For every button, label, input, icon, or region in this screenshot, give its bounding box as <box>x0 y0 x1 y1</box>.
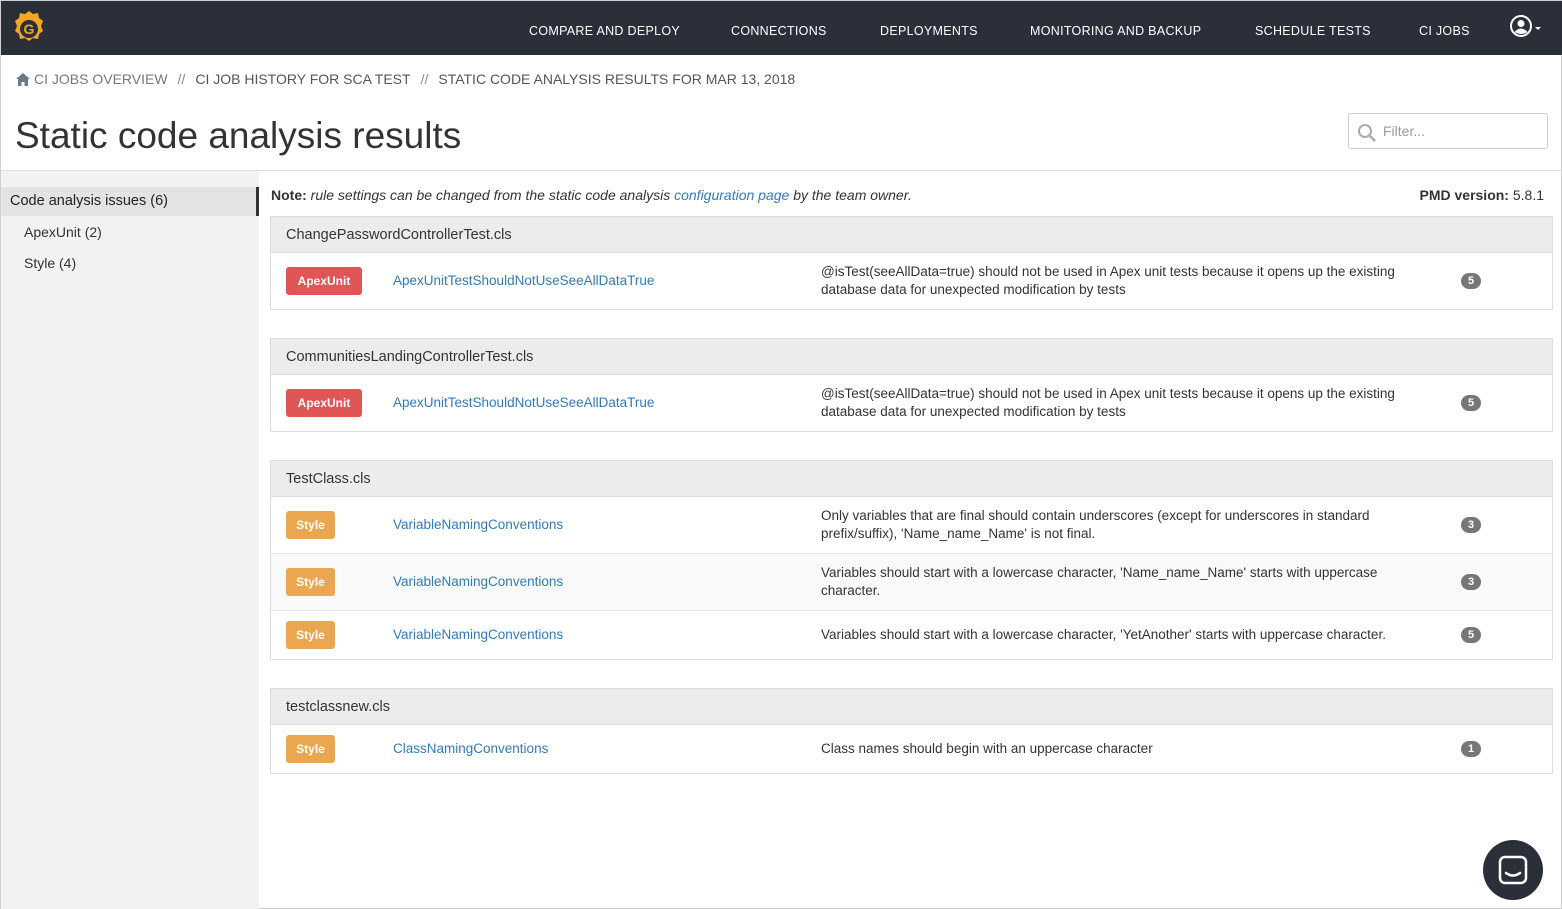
pmd-version-value: 5.8.1 <box>1508 187 1544 203</box>
issue-row: Style ClassNamingConventions Class names… <box>271 725 1552 773</box>
category-badge: ApexUnit <box>286 267 362 295</box>
issue-description: @isTest(seeAllData=true) should not be u… <box>821 264 1395 297</box>
filter-box <box>1348 113 1548 149</box>
rule-link[interactable]: ApexUnitTestShouldNotUseSeeAllDataTrue <box>393 395 654 410</box>
file-panel: TestClass.cls Style VariableNamingConven… <box>270 460 1553 660</box>
priority-badge: 3 <box>1461 574 1481 590</box>
issue-row: Style VariableNamingConventions Variable… <box>271 611 1552 659</box>
issue-row: Style VariableNamingConventions Variable… <box>271 554 1552 611</box>
breadcrumb-separator: // <box>177 71 186 87</box>
issue-description: Only variables that are final should con… <box>821 508 1370 541</box>
file-panel: ChangePasswordControllerTest.cls ApexUni… <box>270 216 1553 310</box>
pmd-version: PMD version: 5.8.1 <box>1420 187 1545 203</box>
priority-badge: 5 <box>1461 627 1481 643</box>
file-name: testclassnew.cls <box>271 689 1552 725</box>
issue-row: Style VariableNamingConventions Only var… <box>271 497 1552 554</box>
priority-badge: 1 <box>1461 741 1481 757</box>
category-badge: Style <box>286 621 335 649</box>
issue-description: @isTest(seeAllData=true) should not be u… <box>821 386 1395 419</box>
priority-badge: 3 <box>1461 517 1481 533</box>
chat-icon <box>1498 855 1528 890</box>
rule-link[interactable]: VariableNamingConventions <box>393 517 563 532</box>
breadcrumb-ci-job-history[interactable]: CI JOB HISTORY FOR SCA TEST <box>195 71 410 87</box>
nav-monitoring-and-backup[interactable]: MONITORING AND BACKUP <box>1030 24 1201 38</box>
nav-compare-and-deploy[interactable]: COMPARE AND DEPLOY <box>529 24 680 38</box>
issue-description: Variables should start with a lowercase … <box>821 627 1386 642</box>
issue-row: ApexUnit ApexUnitTestShouldNotUseSeeAllD… <box>271 253 1552 309</box>
issue-row: ApexUnit ApexUnitTestShouldNotUseSeeAllD… <box>271 375 1552 431</box>
rule-link[interactable]: VariableNamingConventions <box>393 627 563 642</box>
file-panel: testclassnew.cls Style ClassNamingConven… <box>270 688 1553 774</box>
note: Note: rule settings can be changed from … <box>271 187 912 203</box>
category-badge: ApexUnit <box>286 389 362 417</box>
gearset-logo-icon[interactable]: G <box>13 10 45 48</box>
category-badge: Style <box>286 511 335 539</box>
chat-button[interactable] <box>1483 840 1543 900</box>
rule-link[interactable]: ClassNamingConventions <box>393 741 548 756</box>
search-icon <box>1357 123 1377 148</box>
configuration-page-link[interactable]: configuration page <box>674 187 789 203</box>
category-badge: Style <box>286 568 335 596</box>
rule-link[interactable]: ApexUnitTestShouldNotUseSeeAllDataTrue <box>393 273 654 288</box>
note-text-before: rule settings can be changed from the st… <box>306 187 675 203</box>
page-title: Static code analysis results <box>15 115 462 156</box>
sidebar: Code analysis issues (6) ApexUnit (2) St… <box>1 171 259 909</box>
user-menu[interactable] <box>1509 14 1543 43</box>
chevron-down-icon <box>1533 14 1543 43</box>
priority-badge: 5 <box>1461 273 1481 289</box>
home-icon <box>16 72 30 86</box>
sidebar-item-style[interactable]: Style (4) <box>24 255 76 271</box>
sidebar-item-code-analysis-issues[interactable]: Code analysis issues (6) <box>1 187 259 216</box>
filter-input[interactable] <box>1383 121 1533 141</box>
breadcrumb-separator: // <box>420 71 429 87</box>
breadcrumb-ci-jobs-overview[interactable]: CI JOBS OVERVIEW <box>34 71 168 87</box>
issue-description: Variables should start with a lowercase … <box>821 565 1378 598</box>
breadcrumb-current: STATIC CODE ANALYSIS RESULTS FOR MAR 13,… <box>438 71 796 87</box>
note-label: Note: <box>271 187 307 203</box>
file-name: ChangePasswordControllerTest.cls <box>271 217 1552 253</box>
file-name: CommunitiesLandingControllerTest.cls <box>271 339 1552 375</box>
file-panel: CommunitiesLandingControllerTest.cls Ape… <box>270 338 1553 432</box>
priority-badge: 5 <box>1461 395 1481 411</box>
issue-description: Class names should begin with an upperca… <box>821 741 1153 756</box>
sidebar-item-apexunit[interactable]: ApexUnit (2) <box>24 224 102 240</box>
user-circle-icon <box>1509 14 1533 43</box>
rule-link[interactable]: VariableNamingConventions <box>393 574 563 589</box>
svg-text:G: G <box>24 21 35 37</box>
breadcrumb: CI JOBS OVERVIEW // CI JOB HISTORY FOR S… <box>16 70 795 88</box>
nav-schedule-tests[interactable]: SCHEDULE TESTS <box>1255 24 1371 38</box>
note-text-after: by the team owner. <box>789 187 912 203</box>
nav-connections[interactable]: CONNECTIONS <box>731 24 827 38</box>
file-name: TestClass.cls <box>271 461 1552 497</box>
nav-ci-jobs[interactable]: CI JOBS <box>1419 24 1470 38</box>
category-badge: Style <box>286 735 335 763</box>
pmd-version-label: PMD version: <box>1419 187 1509 203</box>
nav-deployments[interactable]: DEPLOYMENTS <box>880 24 978 38</box>
